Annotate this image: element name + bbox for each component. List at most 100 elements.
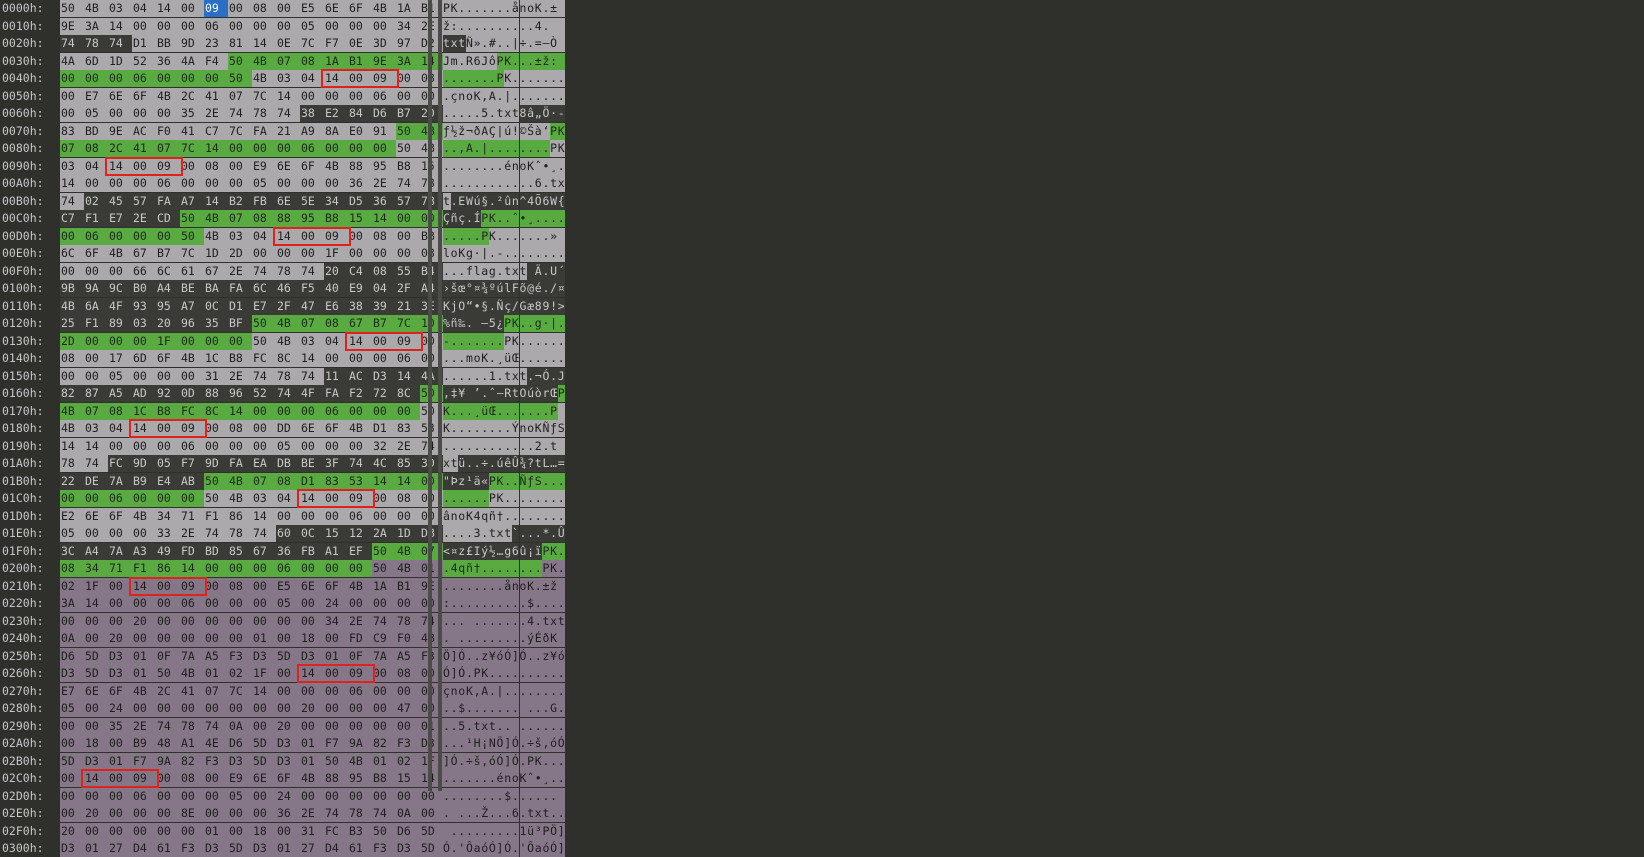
hex-byte[interactable]: 4B [396, 560, 420, 577]
hex-byte[interactable]: 14 [108, 157, 132, 175]
hex-byte[interactable]: 47 [300, 297, 324, 315]
hex-byte[interactable]: 20 [84, 805, 108, 822]
hex-byte[interactable]: 00 [324, 630, 348, 647]
ascii-char[interactable]: . [534, 577, 543, 595]
ascii-char[interactable]: — [542, 35, 551, 52]
hex-byte[interactable]: DE [84, 472, 108, 490]
ascii-char[interactable]: K [511, 315, 520, 332]
ascii-char[interactable]: . [496, 420, 505, 437]
hex-byte[interactable]: 00 [108, 105, 132, 122]
ascii-char[interactable]: A [488, 87, 497, 105]
ascii-char[interactable]: K [488, 210, 497, 227]
hex-byte[interactable]: FB [252, 192, 276, 210]
ascii-char[interactable]: . [504, 140, 512, 157]
hex-byte[interactable]: 00 [228, 595, 252, 612]
ascii-char[interactable]: . [458, 367, 466, 385]
hex-byte[interactable]: 52 [132, 52, 156, 70]
hex-byte[interactable]: 04 [84, 157, 108, 175]
hex-byte[interactable]: 52 [252, 385, 276, 402]
ascii-char[interactable]: K [458, 245, 466, 262]
hex-byte[interactable]: 7C [252, 87, 276, 105]
hex-row[interactable]: 0030h:4A6D1D52364AF4504B07081AB19E3A14Jm… [0, 52, 600, 70]
hex-byte[interactable]: 6D [132, 350, 156, 367]
hex-byte[interactable]: 57 [396, 192, 420, 210]
ascii-char[interactable]: § [481, 297, 489, 315]
hex-byte[interactable]: 4B [60, 402, 84, 420]
hex-row[interactable]: 0230h:0000002000000000000000342E747874..… [0, 612, 600, 630]
hex-byte[interactable]: 36 [276, 542, 300, 560]
hex-byte[interactable]: 00 [108, 525, 132, 542]
ascii-char[interactable]: ˆ [511, 210, 520, 227]
ascii-char[interactable]: ž [550, 577, 558, 595]
hex-byte[interactable]: 00 [324, 682, 348, 700]
ascii-char[interactable]: . [511, 612, 520, 630]
hex-byte[interactable]: 5D [252, 735, 276, 752]
hex-byte[interactable]: 50 [156, 665, 180, 682]
hex-byte[interactable]: 95 [372, 157, 396, 175]
ascii-char[interactable]: . [488, 140, 497, 157]
hex-byte[interactable]: 78 [276, 262, 300, 280]
ascii-char[interactable]: . [443, 735, 451, 752]
ascii-char[interactable]: W [550, 192, 558, 210]
hex-byte[interactable]: 6F [156, 350, 180, 367]
hex-byte[interactable]: F0 [156, 122, 180, 140]
hex-byte[interactable]: 04 [132, 0, 156, 17]
hex-byte[interactable]: 00 [132, 157, 156, 175]
hex-byte[interactable]: 3A [396, 52, 420, 70]
hex-byte[interactable]: 00 [348, 700, 372, 717]
hex-byte[interactable]: 00 [396, 245, 420, 262]
hex-byte[interactable]: 06 [348, 682, 372, 700]
ascii-char[interactable]: N [488, 735, 497, 752]
ascii-char[interactable]: . [527, 682, 535, 700]
ascii-char[interactable]: . [534, 140, 543, 157]
ascii-char[interactable]: . [557, 752, 566, 770]
hex-byte[interactable]: 00 [108, 70, 132, 87]
hex-byte[interactable]: 38 [348, 297, 372, 315]
ascii-char[interactable]: ó [481, 840, 489, 857]
hex-byte[interactable]: 00 [324, 17, 348, 35]
ascii-char[interactable]: 1 [519, 822, 528, 840]
hex-byte[interactable]: 00 [348, 87, 372, 105]
hex-byte[interactable]: 27 [108, 840, 132, 857]
ascii-char[interactable]: 1 [488, 367, 497, 385]
hex-byte[interactable]: 14 [156, 0, 180, 17]
hex-byte[interactable]: 50 [180, 210, 204, 227]
hex-byte[interactable]: 02 [228, 665, 252, 682]
hex-byte[interactable]: 4B [252, 52, 276, 70]
hex-byte[interactable]: 00 [252, 245, 276, 262]
hex-byte[interactable]: 50 [180, 227, 204, 245]
hex-byte[interactable]: 9E [108, 122, 132, 140]
ascii-char[interactable]: . [481, 787, 489, 805]
ascii-char[interactable]: . [450, 175, 459, 192]
hex-byte[interactable]: E9 [348, 280, 372, 297]
ascii-char[interactable]: . [488, 70, 497, 87]
hex-byte[interactable]: 00 [348, 787, 372, 805]
ascii-char[interactable]: . [496, 822, 505, 840]
ascii-char[interactable]: n [450, 507, 459, 525]
ascii-char[interactable]: . [473, 17, 482, 35]
hex-byte[interactable]: 00 [156, 105, 180, 122]
ascii-char[interactable]: • [473, 297, 482, 315]
hex-byte[interactable]: 4B [60, 420, 84, 437]
hex-byte[interactable]: FB [300, 542, 324, 560]
ascii-char[interactable]: t [550, 437, 558, 455]
ascii-char[interactable]: % [443, 315, 451, 332]
hex-byte[interactable]: 14 [252, 35, 276, 52]
hex-byte[interactable]: 5D [252, 752, 276, 770]
ascii-char[interactable]: P [488, 490, 497, 507]
ascii-char[interactable]: . [481, 560, 489, 577]
hex-byte[interactable]: F7 [180, 455, 204, 472]
ascii-char[interactable]: . [496, 227, 505, 245]
hex-byte[interactable]: 60 [276, 525, 300, 542]
ascii-char[interactable]: ü [504, 350, 512, 367]
ascii-char[interactable]: . [542, 0, 551, 17]
hex-byte[interactable]: 06 [372, 87, 396, 105]
hex-byte[interactable]: 00 [204, 787, 228, 805]
hex-byte[interactable]: 14 [132, 577, 156, 595]
hex-byte[interactable]: 00 [396, 87, 420, 105]
hex-byte[interactable]: 00 [324, 437, 348, 455]
ascii-char[interactable]: . [488, 175, 497, 192]
ascii-char[interactable]: ó [557, 647, 566, 665]
ascii-char[interactable]: l [443, 245, 451, 262]
hex-byte[interactable]: C4 [348, 262, 372, 280]
